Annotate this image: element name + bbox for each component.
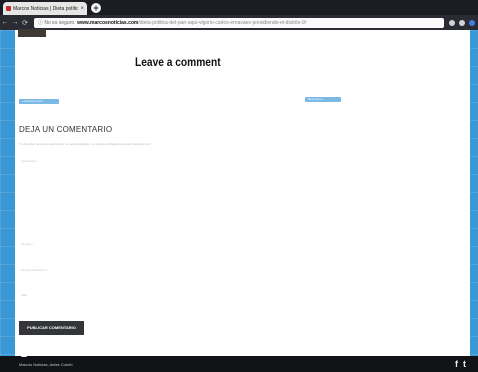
comment-textarea[interactable] <box>19 164 464 234</box>
facebook-icon[interactable]: f <box>455 359 458 369</box>
page-title: Leave a comment <box>135 55 221 69</box>
web-label[interactable]: Web <box>21 293 27 297</box>
comment-section-title: DEJA UN COMENTARIO <box>19 125 113 134</box>
back-icon[interactable]: ← <box>0 19 10 26</box>
previous-post-link[interactable]: « Previous post <box>19 99 59 104</box>
bookmark-star-icon[interactable] <box>449 19 455 26</box>
reload-icon[interactable]: ⟳ <box>20 19 30 27</box>
header-image <box>18 29 46 37</box>
forward-icon[interactable]: → <box>10 19 20 26</box>
browser-tab-bar: Marcos Noticias | Dieta política del pan… <box>0 0 478 15</box>
submit-comment-button[interactable]: PUBLICAR COMENTARIO <box>19 321 84 335</box>
required-fields-note: Tu dirección de correo electrónico no se… <box>19 142 153 146</box>
extension-icon[interactable] <box>459 19 465 26</box>
browser-tab[interactable]: Marcos Noticias | Dieta política del pan… <box>3 2 87 15</box>
footer-copyright: Marcos Noticias, Antes Cuentí <box>19 361 73 367</box>
twitter-icon[interactable]: t <box>463 359 466 369</box>
not-secure-label[interactable]: ⓘ No es seguro <box>38 19 74 26</box>
site-footer: Marcos Noticias, Antes Cuentí f t <box>0 353 478 372</box>
scroll-top-icon[interactable] <box>21 353 27 357</box>
url-domain: www.marcosnoticias.com <box>77 19 139 26</box>
email-label[interactable]: Correo electrónico * <box>21 268 48 272</box>
site-favicon-icon <box>6 6 11 11</box>
url-path: /dieta-politica-del-pan-aqui-vigorio-car… <box>138 19 307 26</box>
toolbar-actions <box>449 19 475 26</box>
address-bar[interactable]: ⓘ No es seguro www.marcosnoticias.com /d… <box>34 17 444 28</box>
social-links: f t <box>455 359 466 369</box>
new-tab-button[interactable]: + <box>91 3 101 13</box>
next-post-link[interactable]: Next post » <box>305 97 341 102</box>
profile-icon[interactable] <box>469 19 475 26</box>
tab-title: Marcos Noticias | Dieta política del pan <box>13 5 79 12</box>
comment-label: Comentario <box>21 159 37 163</box>
tab-close-icon[interactable]: × <box>80 6 84 12</box>
browser-toolbar: ← → ⟳ ⓘ No es seguro www.marcosnoticias.… <box>0 15 478 30</box>
name-label[interactable]: Nombre * <box>21 242 34 246</box>
